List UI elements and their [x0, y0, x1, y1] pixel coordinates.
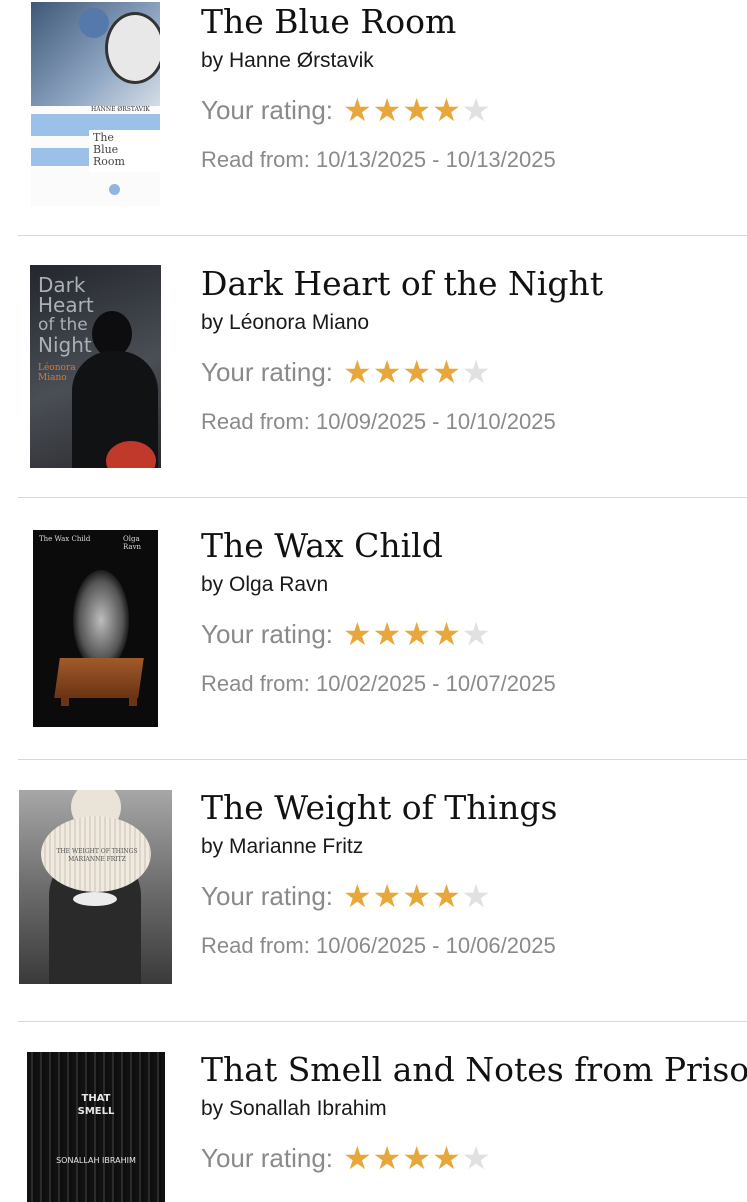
rating-label: Your rating:: [201, 881, 334, 911]
book-author[interactable]: by Olga Ravn: [201, 572, 556, 598]
cover-author: MARIANNE FRITZ: [68, 856, 126, 863]
star-icon[interactable]: ★: [462, 880, 491, 912]
star-icon[interactable]: ★: [373, 94, 402, 126]
list-item[interactable]: Dark Heart of the Night Léonora Miano Da…: [0, 236, 747, 498]
book-cover[interactable]: Dark Heart of the Night Léonora Miano: [30, 265, 161, 468]
rating-row: Your rating: ★ ★ ★ ★ ★: [201, 880, 557, 912]
read-dates: Read from: 10/06/2025 - 10/06/2025: [201, 932, 557, 960]
cover-title: THE WEIGHT OF THINGS: [56, 848, 138, 855]
list-item[interactable]: THE WEIGHT OF THINGS MARIANNE FRITZ The …: [0, 760, 747, 1022]
rating-row: Your rating: ★ ★ ★ ★ ★: [201, 1142, 747, 1174]
book-cover[interactable]: THAT SMELL SONALLAH IBRAHIM: [27, 1052, 165, 1202]
star-icon[interactable]: ★: [343, 94, 372, 126]
read-range: 10/06/2025 - 10/06/2025: [315, 933, 556, 958]
list-item[interactable]: The Wax Child Olga Ravn The Wax Child by…: [0, 498, 747, 760]
cover-title: The Blue Room: [93, 131, 125, 168]
star-icon[interactable]: ★: [343, 1142, 372, 1174]
cover-author: Olga Ravn: [123, 535, 142, 551]
list-item[interactable]: THAT SMELL SONALLAH IBRAHIM That Smell a…: [0, 1022, 747, 1202]
rating-row: Your rating: ★ ★ ★ ★ ★: [201, 356, 603, 388]
book-title[interactable]: The Blue Room: [201, 2, 556, 42]
star-rating[interactable]: ★ ★ ★ ★ ★: [343, 880, 491, 912]
read-dates: Read from: 10/02/2025 - 10/07/2025: [201, 670, 556, 698]
book-title[interactable]: That Smell and Notes from Prison: [201, 1050, 747, 1090]
list-item[interactable]: HANNE ØRSTAVIK The Blue Room The Blue Ro…: [0, 0, 747, 236]
rating-label: Your rating:: [201, 619, 334, 649]
star-icon[interactable]: ★: [402, 356, 431, 388]
star-icon[interactable]: ★: [402, 94, 431, 126]
book-author[interactable]: by Marianne Fritz: [201, 834, 557, 860]
read-range: 10/09/2025 - 10/10/2025: [315, 409, 556, 434]
star-icon[interactable]: ★: [462, 1142, 491, 1174]
cover-author: Léonora Miano: [38, 363, 76, 383]
star-icon[interactable]: ★: [343, 356, 372, 388]
star-icon[interactable]: ★: [373, 880, 402, 912]
star-icon[interactable]: ★: [432, 618, 461, 650]
read-dates: Read from: 10/13/2025 - 10/13/2025: [201, 146, 556, 174]
star-icon[interactable]: ★: [402, 618, 431, 650]
star-icon[interactable]: ★: [402, 1142, 431, 1174]
book-author[interactable]: by Sonallah Ibrahim: [201, 1096, 747, 1122]
star-icon[interactable]: ★: [373, 1142, 402, 1174]
rating-label: Your rating:: [201, 95, 334, 125]
book-title[interactable]: The Wax Child: [201, 526, 556, 566]
star-icon[interactable]: ★: [343, 880, 372, 912]
book-author[interactable]: by Hanne Ørstavik: [201, 48, 556, 74]
cover-title: Dark Heart of the Night: [38, 273, 94, 357]
star-rating[interactable]: ★ ★ ★ ★ ★: [343, 94, 491, 126]
rating-row: Your rating: ★ ★ ★ ★ ★: [201, 94, 556, 126]
cover-title: THAT SMELL: [77, 1093, 115, 1117]
star-icon[interactable]: ★: [373, 618, 402, 650]
rating-row: Your rating: ★ ★ ★ ★ ★: [201, 618, 556, 650]
read-dates: Read from: 10/09/2025 - 10/10/2025: [201, 408, 603, 436]
rating-label: Your rating:: [201, 357, 334, 387]
read-label: Read from:: [201, 147, 310, 172]
cover-author: SONALLAH IBRAHIM: [56, 1156, 136, 1165]
book-cover[interactable]: THE WEIGHT OF THINGS MARIANNE FRITZ: [19, 790, 172, 984]
read-label: Read from:: [201, 409, 310, 434]
read-label: Read from:: [201, 671, 310, 696]
star-icon[interactable]: ★: [432, 880, 461, 912]
read-range: 10/02/2025 - 10/07/2025: [315, 671, 556, 696]
star-icon[interactable]: ★: [432, 94, 461, 126]
star-icon[interactable]: ★: [343, 618, 372, 650]
star-icon[interactable]: ★: [402, 880, 431, 912]
cover-title: The Wax Child: [39, 535, 91, 543]
star-icon[interactable]: ★: [432, 356, 461, 388]
read-range: 10/13/2025 - 10/13/2025: [315, 147, 556, 172]
star-icon[interactable]: ★: [462, 618, 491, 650]
star-icon[interactable]: ★: [373, 356, 402, 388]
read-label: Read from:: [201, 933, 310, 958]
star-icon[interactable]: ★: [462, 356, 491, 388]
book-title[interactable]: Dark Heart of the Night: [201, 264, 603, 304]
book-author[interactable]: by Léonora Miano: [201, 310, 603, 336]
star-rating[interactable]: ★ ★ ★ ★ ★: [343, 1142, 491, 1174]
star-rating[interactable]: ★ ★ ★ ★ ★: [343, 356, 491, 388]
book-cover[interactable]: The Wax Child Olga Ravn: [33, 530, 158, 727]
book-cover[interactable]: HANNE ØRSTAVIK The Blue Room: [31, 2, 160, 206]
cover-author: HANNE ØRSTAVIK: [91, 106, 150, 113]
star-rating[interactable]: ★ ★ ★ ★ ★: [343, 618, 491, 650]
star-icon[interactable]: ★: [432, 1142, 461, 1174]
book-title[interactable]: The Weight of Things: [201, 788, 557, 828]
rating-label: Your rating:: [201, 1143, 334, 1173]
star-icon[interactable]: ★: [462, 94, 491, 126]
